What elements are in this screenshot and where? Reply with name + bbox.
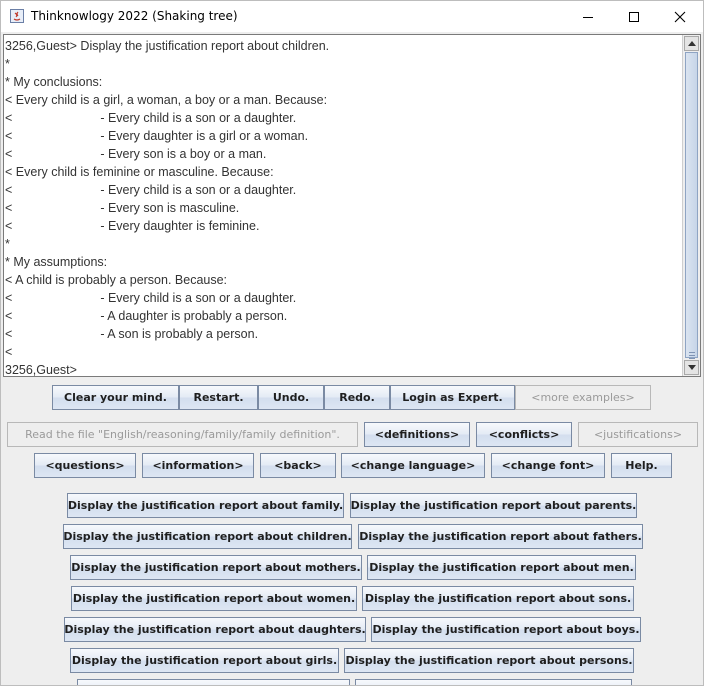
- questions-button[interactable]: <questions>: [34, 453, 136, 478]
- report-daughters-button[interactable]: Display the justification report about d…: [64, 617, 366, 642]
- output-line: < - A son is probably a person.: [5, 325, 680, 343]
- close-icon: [674, 11, 686, 22]
- close-button[interactable]: [657, 1, 703, 32]
- line-text: - A daughter is probably a person.: [100, 309, 288, 323]
- output-line: 3256,Guest>: [5, 361, 680, 377]
- line-text: - Every son is a boy or a man.: [100, 147, 267, 161]
- line-text: - Every child is a son or a daughter.: [100, 111, 297, 125]
- vertical-scrollbar[interactable]: [682, 35, 700, 376]
- report-girls-button[interactable]: Display the justification report about g…: [70, 648, 339, 673]
- back-button[interactable]: <back>: [260, 453, 336, 478]
- clear-mind-button[interactable]: Clear your mind.: [52, 385, 179, 410]
- maximize-icon: [629, 11, 639, 22]
- line-prefix: <: [5, 183, 13, 197]
- output-line: < - Every child is a son or a daughter.: [5, 181, 680, 199]
- definitions-button[interactable]: <definitions>: [364, 422, 470, 447]
- output-line: * My conclusions:: [5, 73, 680, 91]
- help-button[interactable]: Help.: [611, 453, 672, 478]
- output-line: <: [5, 343, 680, 361]
- line-prefix: <: [5, 219, 13, 233]
- output-line: *: [5, 235, 680, 253]
- conflicts-button[interactable]: <conflicts>: [476, 422, 572, 447]
- login-expert-button[interactable]: Login as Expert.: [390, 385, 515, 410]
- report-mothers-button[interactable]: Display the justification report about m…: [70, 555, 362, 580]
- line-prefix: *: [5, 57, 10, 71]
- report-women-button[interactable]: Display the justification report about w…: [71, 586, 357, 611]
- triangle-down-icon: [687, 365, 696, 370]
- line-prefix: <: [5, 327, 13, 341]
- line-text: Display the justification report about c…: [76, 39, 330, 53]
- report-persons-button[interactable]: Display the justification report about p…: [344, 648, 634, 673]
- information-button[interactable]: <information>: [142, 453, 254, 478]
- line-prefix: 3256,Guest>: [5, 363, 77, 377]
- line-text: - Every child is a son or a daughter.: [100, 291, 297, 305]
- output-line: < - Every child is a son or a daughter.: [5, 109, 680, 127]
- report-boys-button[interactable]: Display the justification report about b…: [371, 617, 641, 642]
- line-text: Every child is a girl, a woman, a boy or…: [12, 93, 328, 107]
- line-text: My assumptions:: [9, 255, 108, 269]
- line-text: Every child is feminine or masculine. Be…: [12, 165, 274, 179]
- report-fathers-button[interactable]: Display the justification report about f…: [358, 524, 643, 549]
- window-title: Thinknowlogy 2022 (Shaking tree): [31, 9, 238, 23]
- title-bar[interactable]: Thinknowlogy 2022 (Shaking tree): [1, 1, 703, 32]
- line-text: - A son is probably a person.: [100, 327, 259, 341]
- more-examples-button[interactable]: <more examples>: [515, 385, 651, 410]
- change-language-button[interactable]: <change language>: [341, 453, 485, 478]
- output-text-area[interactable]: 3256,Guest> Display the justification re…: [3, 34, 701, 377]
- line-text: My conclusions:: [9, 75, 103, 89]
- minimize-button[interactable]: [565, 1, 611, 32]
- triangle-up-icon: [687, 41, 696, 46]
- app-window: Thinknowlogy 2022 (Shaking tree) 3256,Gu…: [0, 0, 704, 686]
- java-app-icon: [10, 9, 24, 23]
- output-line: < Every child is feminine or masculine. …: [5, 163, 680, 181]
- report-more-button-right[interactable]: [355, 679, 632, 685]
- report-men-button[interactable]: Display the justification report about m…: [367, 555, 636, 580]
- line-prefix: <: [5, 129, 13, 143]
- line-text: - Every child is a son or a daughter.: [100, 183, 297, 197]
- line-text: - Every son is masculine.: [100, 201, 240, 215]
- restart-button[interactable]: Restart.: [179, 385, 258, 410]
- output-line: < - Every daughter is feminine.: [5, 217, 680, 235]
- output-line: < A child is probably a person. Because:: [5, 271, 680, 289]
- output-line: * My assumptions:: [5, 253, 680, 271]
- line-prefix: <: [5, 201, 13, 215]
- change-font-button[interactable]: <change font>: [491, 453, 605, 478]
- report-parents-button[interactable]: Display the justification report about p…: [350, 493, 637, 518]
- report-sons-button[interactable]: Display the justification report about s…: [362, 586, 634, 611]
- minimize-icon: [583, 16, 593, 18]
- line-prefix: <: [5, 291, 13, 305]
- line-prefix: <: [5, 309, 13, 323]
- output-line: < - Every child is a son or a daughter.: [5, 289, 680, 307]
- line-prefix: <: [5, 345, 13, 359]
- undo-button[interactable]: Undo.: [258, 385, 324, 410]
- line-text: - Every daughter is a girl or a woman.: [100, 129, 309, 143]
- line-prefix: 3256,Guest>: [5, 39, 77, 53]
- report-more-button-left[interactable]: [77, 679, 350, 685]
- maximize-button[interactable]: [611, 1, 657, 32]
- report-family-button[interactable]: Display the justification report about f…: [67, 493, 344, 518]
- output-line: < - Every daughter is a girl or a woman.: [5, 127, 680, 145]
- line-prefix: <: [5, 111, 13, 125]
- scroll-up-button[interactable]: [684, 36, 699, 51]
- output-line: < - Every son is masculine.: [5, 199, 680, 217]
- scroll-down-button[interactable]: [684, 360, 699, 375]
- line-text: A child is probably a person. Because:: [12, 273, 228, 287]
- scroll-thumb[interactable]: [685, 52, 698, 359]
- output-line: < Every child is a girl, a woman, a boy …: [5, 91, 680, 109]
- output-line: < - Every son is a boy or a man.: [5, 145, 680, 163]
- line-prefix: <: [5, 147, 13, 161]
- output-lines: 3256,Guest> Display the justification re…: [5, 37, 680, 377]
- report-children-button[interactable]: Display the justification report about c…: [63, 524, 352, 549]
- line-prefix: *: [5, 237, 10, 251]
- output-line: < - A daughter is probably a person.: [5, 307, 680, 325]
- line-text: - Every daughter is feminine.: [100, 219, 260, 233]
- output-line: *: [5, 55, 680, 73]
- justifications-button[interactable]: <justifications>: [578, 422, 698, 447]
- read-file-button[interactable]: Read the file "English/reasoning/family/…: [7, 422, 358, 447]
- redo-button[interactable]: Redo.: [324, 385, 390, 410]
- output-line: 3256,Guest> Display the justification re…: [5, 37, 680, 55]
